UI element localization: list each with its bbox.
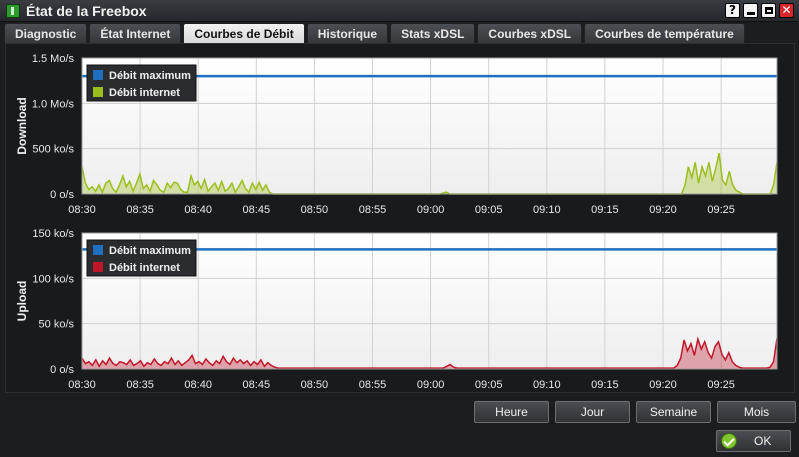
x-tick-label: 09:15 (591, 379, 619, 391)
ok-button[interactable]: OK (716, 430, 791, 452)
day-button[interactable]: Jour (555, 401, 630, 423)
legend-swatch (93, 262, 103, 272)
x-tick-label: 09:15 (591, 204, 619, 216)
x-tick-label: 09:25 (707, 379, 735, 391)
legend-swatch (93, 245, 103, 255)
hour-button[interactable]: Heure (474, 401, 549, 423)
x-tick-label: 08:50 (301, 379, 329, 391)
checkmark-icon (721, 433, 737, 449)
x-tick-label: 08:35 (126, 379, 154, 391)
legend-label: Débit internet (109, 87, 180, 99)
tab-courbes-de-debit[interactable]: Courbes de Débit (183, 23, 305, 43)
tab-bar: Diagnostic État Internet Courbes de Débi… (4, 23, 745, 43)
x-tick-label: 09:25 (707, 204, 735, 216)
x-tick-label: 09:00 (417, 379, 445, 391)
month-button[interactable]: Mois (717, 401, 796, 423)
legend-swatch (93, 70, 103, 80)
x-tick-label: 08:50 (301, 204, 329, 216)
x-tick-label: 08:40 (184, 379, 212, 391)
x-tick-label: 09:10 (533, 204, 561, 216)
x-tick-label: 08:55 (359, 379, 387, 391)
y-tick-label: 50 ko/s (39, 319, 75, 331)
tab-historique[interactable]: Historique (306, 23, 389, 43)
y-tick-label: 100 ko/s (32, 273, 74, 285)
period-buttons: Heure Jour Semaine Mois (474, 401, 796, 423)
legend-label: Débit internet (109, 262, 180, 274)
chart-legend: Débit maximum Débit internet (86, 64, 197, 102)
x-tick-label: 08:35 (126, 204, 154, 216)
tab-etat-internet[interactable]: État Internet (89, 23, 182, 43)
legend-label: Débit maximum (109, 70, 191, 82)
x-tick-label: 09:05 (475, 379, 503, 391)
upload-chart: 08:30 08:35 08:40 08:45 08:50 08:55 09:00 09:05… (6, 219, 796, 394)
x-tick-label: 09:05 (475, 204, 503, 216)
y-tick-label: 1.5 Mo/s (32, 53, 75, 65)
download-chart: 08:30 08:35 08:40 08:45 08:50 08:55 09:00 09:05… (6, 44, 796, 219)
y-axis-label: Upload (15, 281, 29, 322)
maximize-button[interactable] (761, 3, 776, 18)
x-tick-label: 08:55 (359, 204, 387, 216)
tab-stats-xdsl[interactable]: Stats xDSL (390, 23, 476, 43)
y-tick-label: 500 ko/s (32, 144, 74, 156)
help-button[interactable]: ? (725, 3, 740, 18)
y-axis-label: Download (15, 97, 29, 154)
week-button[interactable]: Semaine (636, 401, 711, 423)
upload-chart-svg: 08:30 08:35 08:40 08:45 08:50 08:55 09:00 09:05… (15, 228, 778, 391)
y-tick-label: 0 o/s (50, 189, 74, 201)
tab-diagnostic[interactable]: Diagnostic (4, 23, 88, 43)
window-titlebar: État de la Freebox ? ✕ (0, 0, 799, 22)
x-tick-label: 09:10 (533, 379, 561, 391)
y-tick-label: 0 o/s (50, 364, 74, 376)
window-title: État de la Freebox (26, 3, 147, 19)
charts-panel: 08:30 08:35 08:40 08:45 08:50 08:55 09:00 09:05… (5, 43, 795, 393)
x-tick-label: 08:45 (243, 379, 271, 391)
window-controls: ? ✕ (725, 3, 794, 18)
x-tick-label: 08:40 (184, 204, 212, 216)
minimize-icon (746, 12, 755, 15)
download-chart-svg: 08:30 08:35 08:40 08:45 08:50 08:55 09:00 09:05… (15, 53, 778, 216)
legend-label: Débit maximum (109, 245, 191, 257)
tab-courbes-xdsl[interactable]: Courbes xDSL (477, 23, 583, 43)
x-tick-label: 08:45 (243, 204, 271, 216)
close-button[interactable]: ✕ (779, 3, 794, 18)
x-tick-label: 09:00 (417, 204, 445, 216)
legend-swatch (93, 87, 103, 97)
x-tick-label: 09:20 (649, 379, 677, 391)
tab-courbes-de-temperature[interactable]: Courbes de température (584, 23, 745, 43)
freebox-app-icon (6, 4, 20, 18)
minimize-button[interactable] (743, 3, 758, 18)
chart-legend: Débit maximum Débit internet (86, 239, 197, 277)
x-tick-label: 08:30 (68, 379, 96, 391)
y-tick-label: 1.0 Mo/s (32, 98, 75, 110)
x-tick-label: 08:30 (68, 204, 96, 216)
maximize-icon (764, 7, 773, 14)
ok-label: OK (754, 434, 772, 448)
y-tick-label: 150 ko/s (32, 228, 74, 240)
x-tick-label: 09:20 (649, 204, 677, 216)
close-icon: ✕ (781, 3, 792, 17)
